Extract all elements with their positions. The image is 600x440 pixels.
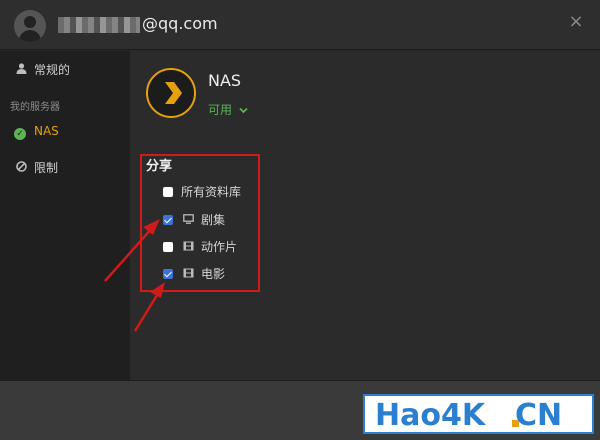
sidebar-item-restrict-label: 限制 <box>34 161 59 175</box>
avatar[interactable] <box>14 10 46 42</box>
email-pixelated-mask <box>58 17 140 33</box>
sidebar-section-my-servers: 我的服务器 <box>10 102 60 113</box>
sidebar: 常规的 我的服务器 ✓ NAS 限制 <box>0 51 130 380</box>
site-watermark-logo: Hao4K CN <box>363 394 594 434</box>
avatar-body <box>19 30 41 42</box>
sidebar-item-general[interactable]: 常规的 <box>14 60 70 80</box>
sidebar-item-nas-label: NAS <box>34 124 59 138</box>
watermark-text-left: Hao4K <box>375 398 486 433</box>
server-name: NAS <box>208 71 242 90</box>
chevron-down-icon <box>239 103 248 117</box>
plex-server-settings-window: @qq.com × 常规的 我的服务器 ✓ NAS 限制 NAS 可用 分享 所… <box>0 0 600 440</box>
window-header: @qq.com × <box>0 0 600 50</box>
watermark-text-right: CN <box>515 398 563 433</box>
user-icon <box>14 60 28 80</box>
plex-logo-icon <box>146 68 196 118</box>
sidebar-item-nas[interactable]: ✓ NAS <box>14 121 59 141</box>
close-button[interactable]: × <box>566 12 586 32</box>
sidebar-item-restrict[interactable]: 限制 <box>14 158 58 178</box>
ban-icon <box>14 158 28 178</box>
sidebar-item-general-label: 常规的 <box>34 63 71 77</box>
server-status-label: 可用 <box>208 103 233 117</box>
account-email: @qq.com <box>142 14 218 33</box>
avatar-head <box>24 16 36 28</box>
check-circle-icon: ✓ <box>14 128 26 140</box>
server-status-dropdown[interactable]: 可用 <box>208 101 248 118</box>
annotation-highlight-box <box>140 154 260 292</box>
